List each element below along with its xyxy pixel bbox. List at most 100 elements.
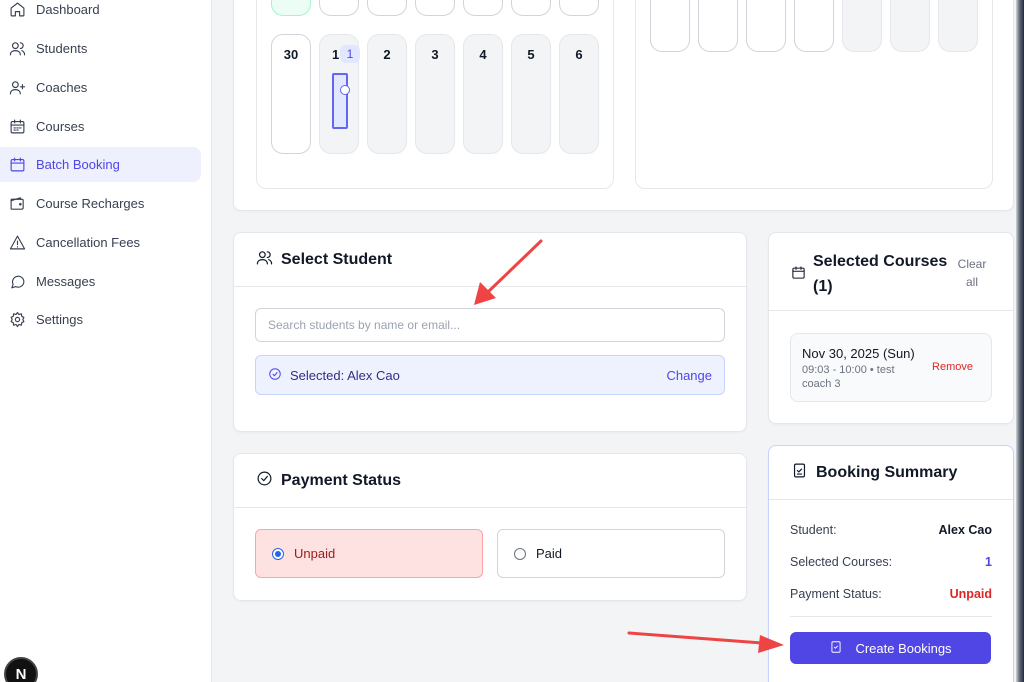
course-slot[interactable] xyxy=(332,73,350,129)
slot-column[interactable] xyxy=(794,0,834,52)
sidebar-item-batch-booking[interactable]: Batch Booking xyxy=(0,147,201,182)
summary-label: Selected Courses: xyxy=(790,555,893,569)
card-header: Payment Status xyxy=(234,454,746,508)
select-student-card: Select Student Selected: Alex Cao Change xyxy=(233,232,747,432)
payment-option-paid[interactable]: Paid xyxy=(497,529,725,578)
sidebar-item-cancellation-fees[interactable]: Cancellation Fees xyxy=(0,225,201,260)
calendar-day[interactable] xyxy=(271,0,311,16)
dev-tools-badge[interactable]: N xyxy=(4,657,38,682)
sidebar-item-label: Batch Booking xyxy=(36,157,120,172)
course-count: (1) xyxy=(813,278,833,295)
calendar-day[interactable] xyxy=(415,0,455,16)
sidebar-item-label: Dashboard xyxy=(36,2,100,17)
arrow-to-create-icon xyxy=(627,631,784,653)
radio-selected-icon[interactable] xyxy=(272,547,284,560)
change-student-button[interactable]: Change xyxy=(666,368,712,383)
payment-option-unpaid[interactable]: Unpaid xyxy=(255,529,483,578)
calendar-day[interactable] xyxy=(367,0,407,16)
sidebar-item-label: Settings xyxy=(36,312,83,327)
sidebar-item-messages[interactable]: Messages xyxy=(0,264,201,299)
booking-summary-card: Booking Summary Student: Alex Cao Select… xyxy=(768,445,1014,682)
sidebar-item-label: Course Recharges xyxy=(36,196,145,211)
sidebar-item-coaches[interactable]: Coaches xyxy=(0,70,201,105)
month-calendar: 30 1 1 2 3 4 5 6 xyxy=(256,0,614,189)
summary-value: 1 xyxy=(985,555,992,569)
course-date: Nov 30, 2025 (Sun) xyxy=(802,346,915,361)
slot-column[interactable] xyxy=(746,0,786,52)
day-number: 3 xyxy=(431,47,439,62)
slot-column[interactable] xyxy=(938,0,978,52)
calendar-day-1[interactable]: 1 1 xyxy=(319,34,360,154)
summary-row-courses: Selected Courses: 1 xyxy=(790,552,992,572)
calendar-icon xyxy=(791,265,806,285)
calendar-day-6[interactable]: 6 xyxy=(559,34,599,154)
slot-column[interactable] xyxy=(650,0,690,52)
home-icon xyxy=(8,1,26,19)
selected-course-item: Nov 30, 2025 (Sun) 09:03 - 10:00 • test … xyxy=(790,333,992,402)
clipboard-check-icon xyxy=(829,640,855,657)
sidebar-item-label: Messages xyxy=(36,274,96,289)
calendar-card: 30 1 1 2 3 4 5 6 xyxy=(233,0,1014,211)
gear-icon xyxy=(8,311,26,329)
calendar-day-4[interactable]: 4 xyxy=(463,34,503,154)
clipboard-check-icon xyxy=(791,462,808,484)
sidebar-item-label: Courses xyxy=(36,119,85,134)
sidebar-item-dashboard[interactable]: Dashboard xyxy=(0,0,201,27)
summary-row-student: Student: Alex Cao xyxy=(790,520,992,540)
card-title: Booking Summary xyxy=(816,463,958,481)
remove-course-button[interactable]: Remove xyxy=(932,361,973,373)
sidebar-item-course-recharges[interactable]: Course Recharges xyxy=(0,186,201,221)
day-number: 6 xyxy=(575,47,583,62)
course-detail: 09:03 - 10:00 • test coach 3 xyxy=(802,364,895,390)
card-title: Payment Status xyxy=(281,471,402,489)
summary-label: Student: xyxy=(790,523,837,537)
slot-column[interactable] xyxy=(890,0,930,52)
sidebar: Dashboard Students Coaches Courses Batch… xyxy=(0,0,212,682)
check-circle-icon xyxy=(256,470,273,492)
create-bookings-button[interactable]: Create Bookings xyxy=(790,632,991,664)
calendar-day[interactable] xyxy=(511,0,551,16)
payment-option-label: Paid xyxy=(536,546,563,561)
calendar-day[interactable] xyxy=(463,0,503,16)
calendar-icon xyxy=(8,118,26,136)
users-icon xyxy=(256,249,273,271)
radio-unselected-icon[interactable] xyxy=(514,547,526,560)
slot-column[interactable] xyxy=(698,0,738,52)
day-number: 5 xyxy=(527,47,535,62)
day-number: 30 xyxy=(283,47,299,62)
summary-value: Unpaid xyxy=(949,587,992,601)
sidebar-item-settings[interactable]: Settings xyxy=(0,302,201,337)
divider xyxy=(790,616,992,617)
calendar-day-3[interactable]: 3 xyxy=(415,34,455,154)
card-header: Selected Courses (1) Clear all xyxy=(769,233,1015,311)
calendar-day[interactable] xyxy=(559,0,599,16)
warning-icon xyxy=(8,234,26,252)
check-circle-icon xyxy=(268,367,290,384)
calendar-icon xyxy=(8,156,26,174)
calendar-day-2[interactable]: 2 xyxy=(367,34,407,154)
day-number: 4 xyxy=(479,47,487,62)
card-title: Selected Courses (1) xyxy=(813,253,948,295)
day-number: 2 xyxy=(383,47,391,62)
clear-all-button[interactable]: Clear all xyxy=(953,255,991,291)
summary-row-payment: Payment Status: Unpaid xyxy=(790,584,992,604)
user-plus-icon xyxy=(8,79,26,97)
sidebar-item-label: Cancellation Fees xyxy=(36,235,141,250)
booking-count-badge: 1 xyxy=(340,45,360,63)
message-icon xyxy=(8,273,26,291)
sidebar-item-label: Students xyxy=(36,41,88,56)
student-search-input[interactable] xyxy=(255,308,725,342)
time-slot-panel xyxy=(635,0,993,189)
card-header: Select Student xyxy=(234,233,746,287)
selected-student-text: Selected: Alex Cao xyxy=(290,367,400,383)
card-title: Select Student xyxy=(281,250,393,268)
calendar-day[interactable] xyxy=(319,0,359,16)
users-icon xyxy=(8,40,26,58)
sidebar-item-courses[interactable]: Courses xyxy=(0,109,201,144)
slot-column[interactable] xyxy=(842,0,882,52)
sidebar-item-students[interactable]: Students xyxy=(0,31,201,66)
payment-status-card: Payment Status Unpaid Paid xyxy=(233,453,747,601)
slot-indicator-icon xyxy=(340,85,350,95)
calendar-day-30[interactable]: 30 xyxy=(271,34,311,154)
calendar-day-5[interactable]: 5 xyxy=(511,34,551,154)
